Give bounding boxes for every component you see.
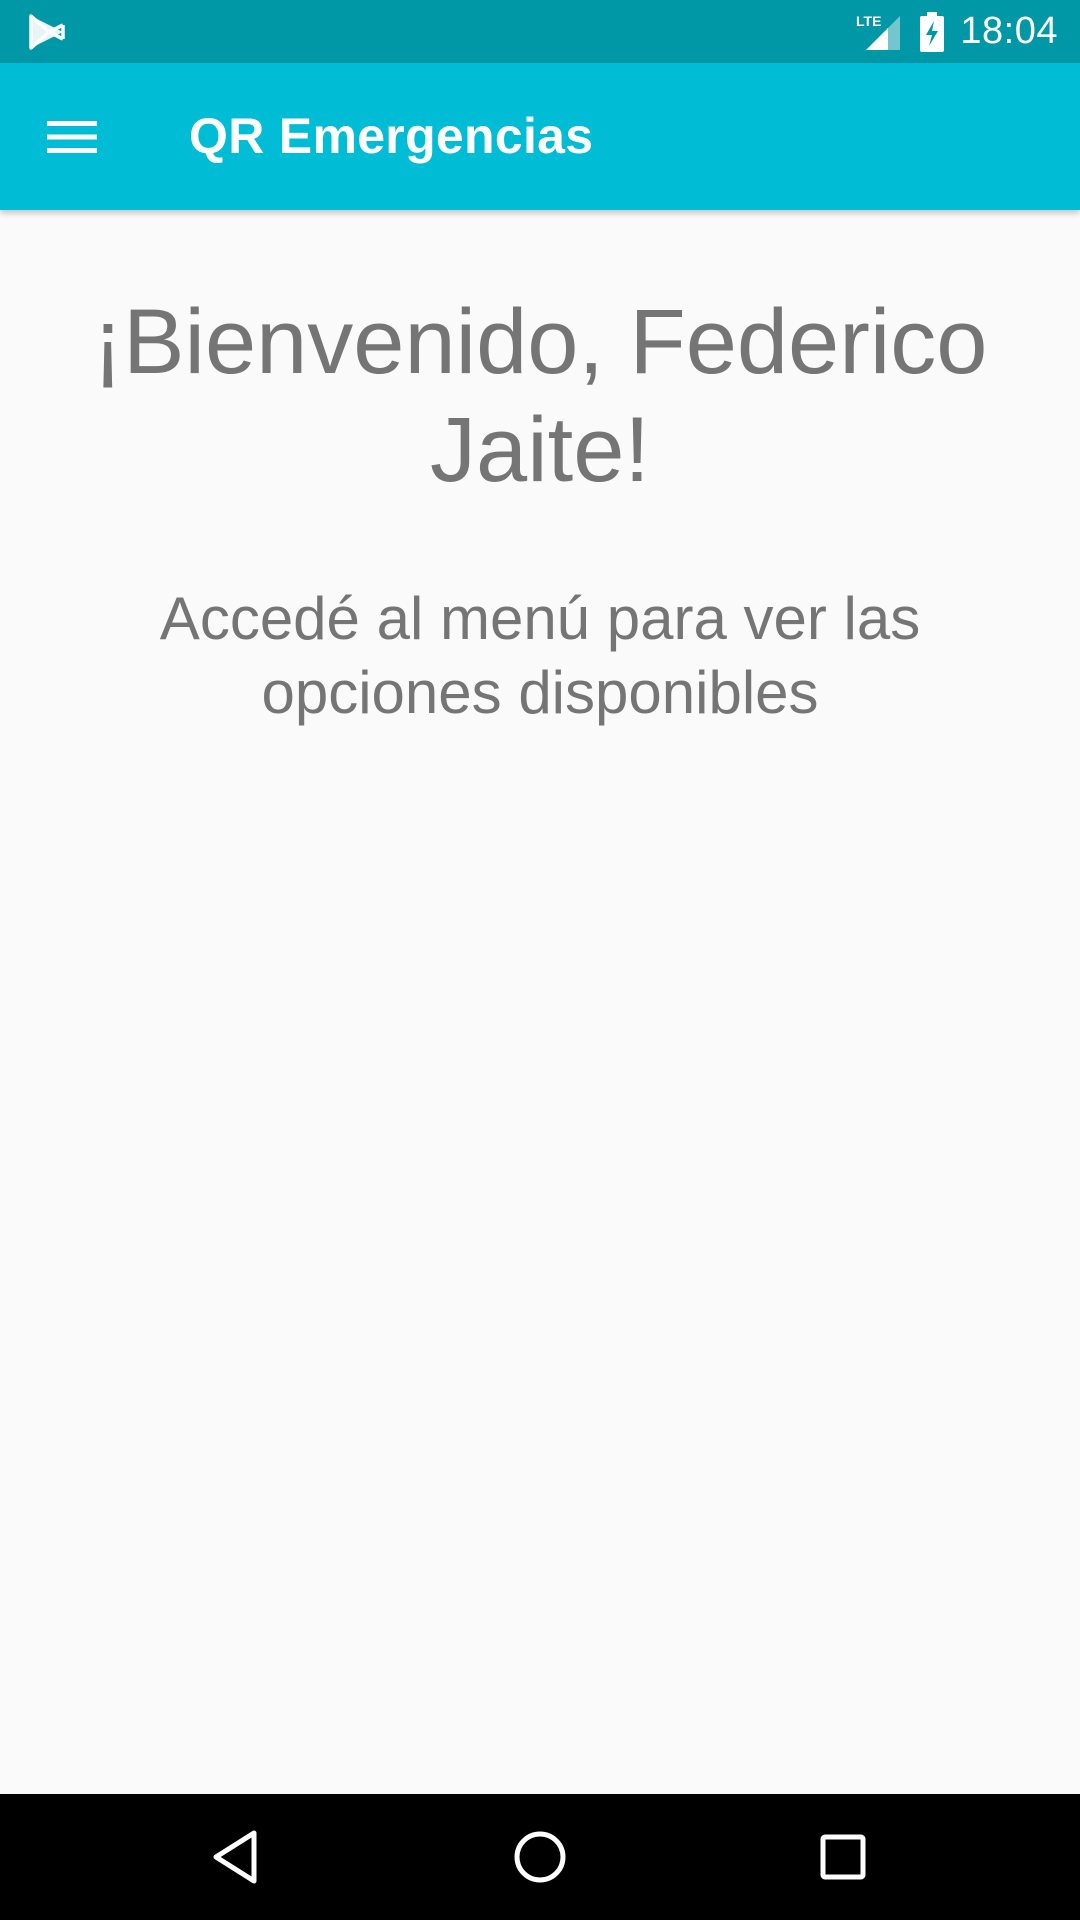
back-icon: [213, 1830, 257, 1884]
back-button[interactable]: [180, 1812, 290, 1902]
navigation-bar: [0, 1794, 1080, 1920]
welcome-title: ¡Bienvenido, Federico Jaite!: [92, 291, 988, 501]
menu-button[interactable]: [30, 97, 114, 177]
status-indicators: LTE 18:04: [854, 0, 1058, 63]
recent-apps-button[interactable]: [788, 1812, 898, 1902]
screen: LTE 18:04 QR Emergencias ¡Bienvenido, Fe…: [0, 0, 1080, 1920]
main-content: ¡Bienvenido, Federico Jaite! Accedé al m…: [0, 210, 1080, 1794]
status-time: 18:04: [960, 10, 1058, 52]
play-store-icon: [29, 14, 65, 50]
lte-signal-icon: LTE: [856, 13, 901, 50]
battery-charging-icon: [920, 11, 945, 52]
network-label: LTE: [856, 13, 881, 29]
recent-apps-icon: [820, 1834, 866, 1880]
app-title: QR Emergencias: [189, 108, 594, 164]
status-bar: LTE 18:04: [0, 0, 1080, 63]
home-button[interactable]: [485, 1812, 595, 1902]
app-bar: QR Emergencias: [0, 63, 1080, 210]
home-icon: [514, 1831, 566, 1883]
welcome-subtitle: Accedé al menú para ver las opciones dis…: [159, 585, 921, 726]
hamburger-menu-icon: [47, 121, 97, 153]
